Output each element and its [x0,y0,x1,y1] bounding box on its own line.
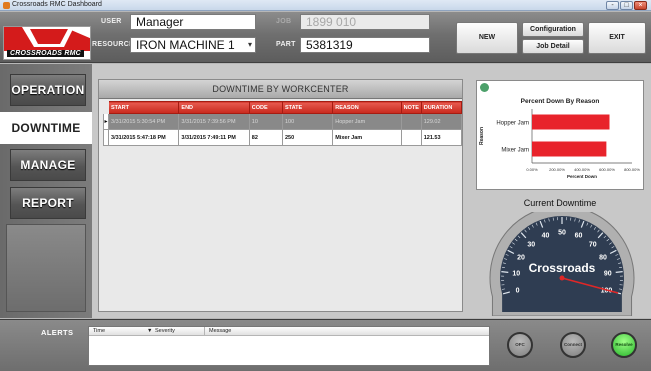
downtime-table: START END CODE STATE REASON NOTE DURATIO… [102,101,463,146]
cell-duration: 129.02 [420,113,463,130]
gauge-graphic: 010203040 50 60708090100Crossroads [489,205,635,317]
cell-code: 10 [248,113,283,130]
category-label: Hopper Jam [496,121,529,127]
cell-code: 82 [248,129,283,146]
user-label: USER [101,18,122,25]
connect-button[interactable]: Connect [560,332,586,358]
downtime-title: DOWNTIME BY WORKCENTER [99,80,462,99]
gauge-tick [615,271,623,273]
nav-manage[interactable]: MANAGE [10,149,86,181]
header-bar: CROSSROADS RMC USER Manager JOB 1899 010… [0,12,651,63]
crossroads-logo: CROSSROADS RMC [3,26,91,60]
resource-value: IRON MACHINE 1 [136,38,235,52]
column-header-state[interactable]: STATE [281,101,334,114]
user-field[interactable]: Manager [130,14,256,30]
gauge-tick-label: 40 [542,233,550,240]
y-axis-title: Reason [479,127,485,145]
app-icon [3,2,10,9]
gauge-needle-hub [559,275,565,281]
new-button[interactable]: NEW [456,22,518,54]
left-nav: OPERATION DOWNTIME MANAGE REPORT [0,64,92,318]
resource-label: RESOURCE [92,41,135,48]
gauge-tick-label: 90 [604,271,612,278]
cell-start: 3/31/2015 5:30:54 PM [108,113,180,130]
gauge-tick-label: 20 [517,255,525,262]
percent-down-chart-panel: Percent Down By Reason Hopper Jam Mixer J… [476,80,644,190]
off-button[interactable]: OFC [507,332,533,358]
cell-reason: Mixer Jam [332,129,402,146]
alerts-col-message[interactable]: Message [209,328,231,334]
window-title: Crossroads RMC Dashboard [12,1,102,8]
logo-text: CROSSROADS RMC [7,50,84,57]
column-divider [204,327,205,336]
gauge-tick [501,271,509,273]
gauge-tick-label: 10 [512,271,520,278]
gauge-tick-label: 60 [575,233,583,240]
gauge-tick-label: 80 [599,255,607,262]
cell-start: 3/31/2015 5:47:18 PM [108,129,180,146]
gauge-tick-label: 70 [589,241,597,248]
column-header-note[interactable]: NOTE [400,101,422,114]
job-detail-button[interactable]: Job Detail [522,39,584,54]
refresh-icon[interactable] [480,83,489,92]
table-row[interactable]: ▸ 3/31/2015 5:30:54 PM 3/31/2015 7:39:56… [102,113,463,130]
column-header-duration[interactable]: DURATION [420,101,463,114]
alerts-label: ALERTS [41,328,74,337]
job-field[interactable]: 1899 010 [300,14,430,30]
table-header-row: START END CODE STATE REASON NOTE DURATIO… [102,101,463,114]
nav-report[interactable]: REPORT [10,187,86,219]
cell-note[interactable] [400,129,422,146]
column-header-start[interactable]: START [108,101,180,114]
job-label: JOB [276,18,292,25]
cell-reason: Hopper Jam [332,113,402,130]
alerts-col-time[interactable]: Time [93,328,105,334]
exit-button[interactable]: EXIT [588,22,646,54]
cell-end: 3/31/2015 7:39:56 PM [178,113,250,130]
configuration-button[interactable]: Configuration [522,22,584,37]
maximize-button[interactable]: □ [620,1,633,10]
resolve-button[interactable]: Resolve [611,332,637,358]
nav-downtime[interactable]: DOWNTIME [0,112,92,144]
current-downtime-title: Current Downtime [523,198,597,208]
x-tick-label: 200.00% [549,167,565,172]
bar-hopper-jam [532,114,610,130]
gauge-tick-label: 30 [527,241,535,248]
column-header-reason[interactable]: REASON [332,101,402,114]
window-titlebar: Crossroads RMC Dashboard - □ × [0,0,651,11]
part-label: PART [276,41,296,48]
nav-empty-area [6,224,86,312]
part-field[interactable]: 5381319 [300,37,430,53]
alerts-col-severity[interactable]: Severity [155,328,175,334]
cell-state: 100 [281,113,334,130]
gauge-tick-label: 0 [516,287,520,294]
cell-end: 3/31/2015 7:49:11 PM [178,129,250,146]
x-tick-label: 800.00% [624,167,640,172]
downtime-gauge: 0 10 20 30 40 50 60 70 80 90 100 Crossroads [486,205,638,317]
gauge-tick-label: 50 [558,230,566,237]
cell-note[interactable] [400,113,422,130]
category-label: Mixer Jam [501,148,529,154]
alerts-grid: Time ▼ Severity Message [88,326,490,366]
x-tick-label: 0.00% [526,167,538,172]
column-header-end[interactable]: END [178,101,250,114]
percent-down-chart: Hopper Jam Mixer Jam 0.00% 200.00% 400.00% 60… [479,109,640,179]
nav-operation[interactable]: OPERATION [10,74,86,106]
table-row[interactable]: 3/31/2015 5:47:18 PM 3/31/2015 7:49:11 P… [102,129,463,146]
cell-duration: 121.53 [420,129,463,146]
chevron-down-icon[interactable]: ▾ [248,38,252,52]
gauge-label: Crossroads [529,261,596,275]
column-header-code[interactable]: CODE [248,101,283,114]
close-button[interactable]: × [634,1,647,10]
x-tick-label: 600.00% [599,167,615,172]
bar-mixer-jam [532,141,607,157]
x-axis-title: Percent Down [567,174,597,179]
resource-select[interactable]: IRON MACHINE 1 ▾ [130,37,256,53]
alerts-header: Time ▼ Severity Message [89,327,489,336]
cell-state: 250 [281,129,334,146]
minimize-button[interactable]: - [606,1,619,10]
alerts-bar: ALERTS Time ▼ Severity Message OFC Conne… [0,319,651,371]
severity-filter-icon[interactable]: ▼ [147,328,152,334]
downtime-panel: DOWNTIME BY WORKCENTER START END CODE ST… [98,79,463,312]
x-tick-label: 400.00% [574,167,590,172]
